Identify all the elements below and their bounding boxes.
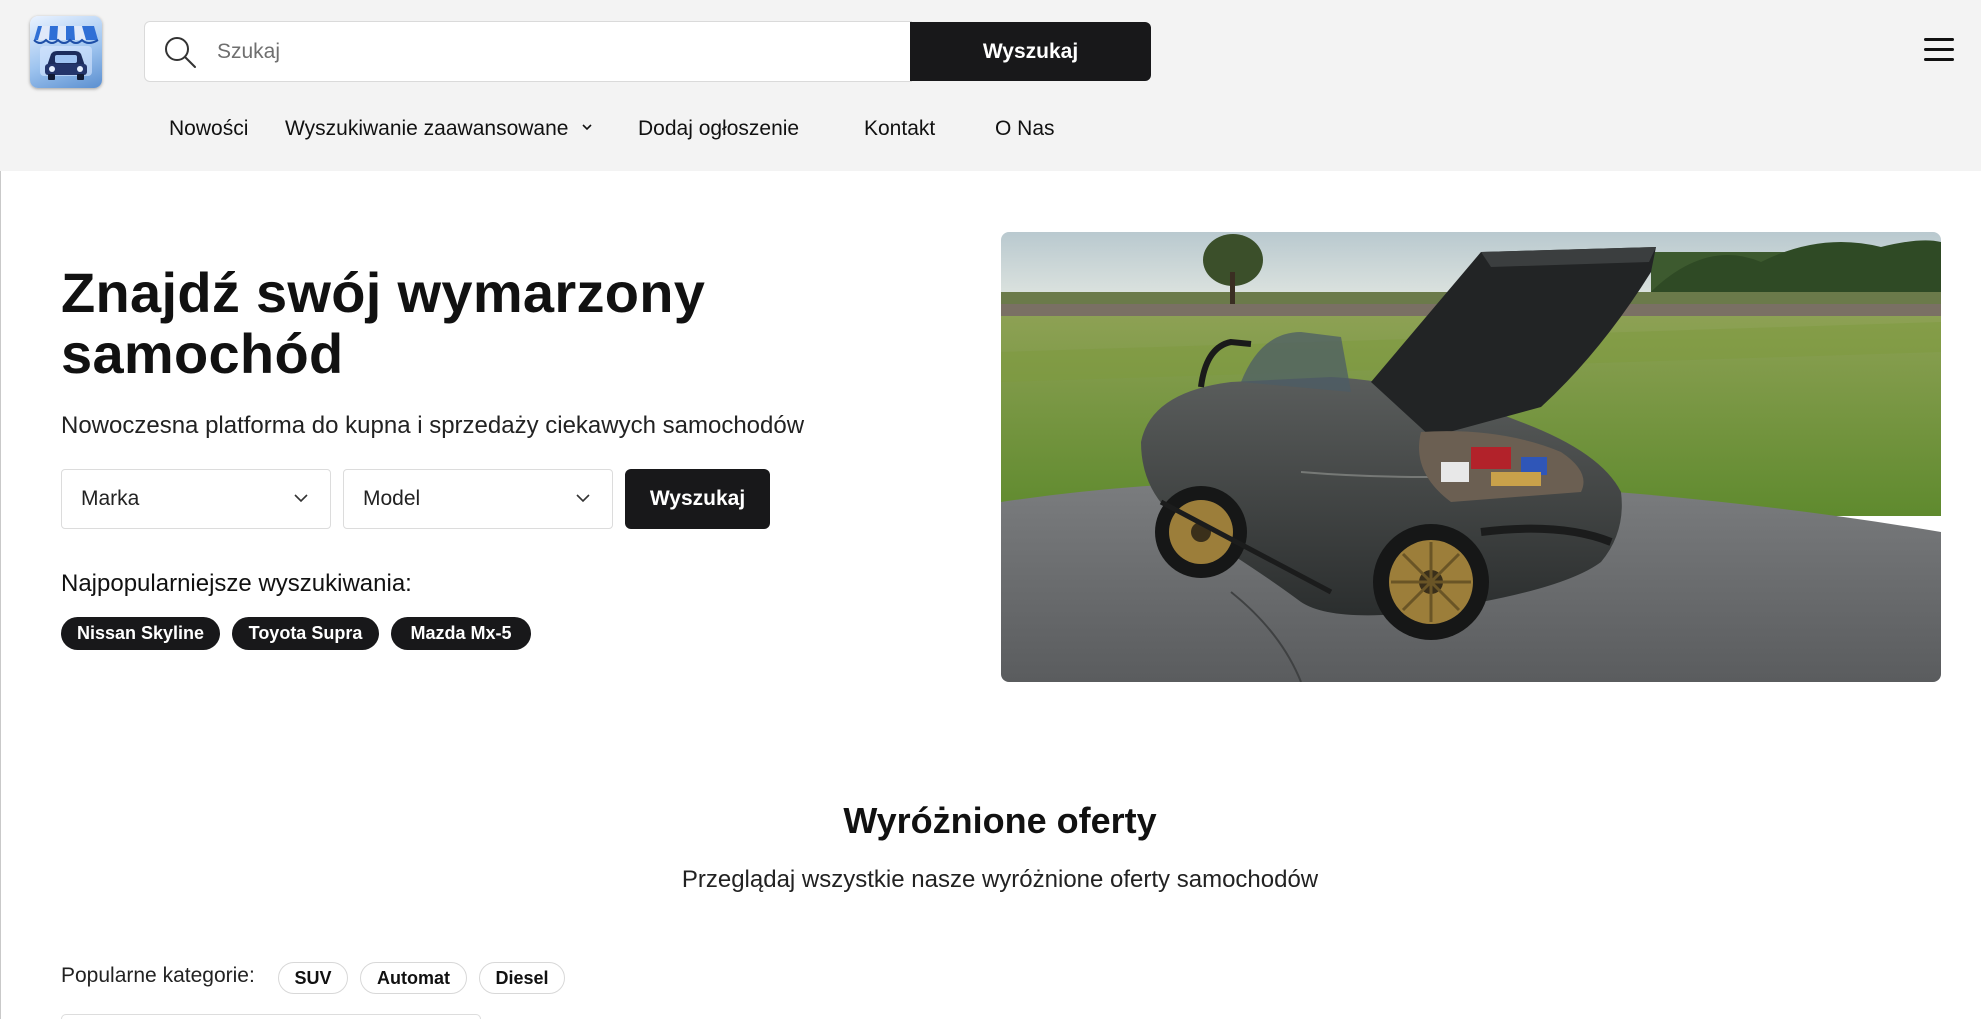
model-select-value: Model	[363, 487, 421, 510]
category-chip-automat[interactable]: Automat	[360, 962, 467, 994]
brand-select[interactable]: Marka	[61, 469, 331, 529]
popular-tag[interactable]: Toyota Supra	[232, 617, 379, 650]
nav-item-nowosci[interactable]: Nowości	[169, 117, 248, 141]
hero-subtitle: Nowoczesna platforma do kupna i sprzedaż…	[61, 412, 805, 439]
popular-searches-title: Najpopularniejsze wyszukiwania:	[61, 570, 412, 597]
hero-search-button[interactable]: Wyszukaj	[625, 469, 770, 529]
nav-item-label: Wyszukiwanie zaawansowane	[285, 117, 569, 140]
nav-item-contact[interactable]: Kontakt	[864, 117, 935, 141]
nav-item-advanced-search[interactable]: Wyszukiwanie zaawansowane	[285, 117, 592, 141]
site-header: Wyszukaj Nowości Wyszukiwanie zaawansowa…	[0, 0, 1981, 171]
hamburger-menu-icon[interactable]	[1924, 38, 1954, 64]
featured-title: Wyróżnione oferty	[843, 800, 1157, 841]
popular-tag[interactable]: Nissan Skyline	[61, 617, 220, 650]
hero-car-image	[1001, 232, 1941, 682]
search-box	[144, 21, 912, 82]
header-search-button[interactable]: Wyszukaj	[910, 22, 1151, 81]
model-select[interactable]: Model	[343, 469, 613, 529]
offer-card[interactable]	[61, 1014, 481, 1019]
search-input[interactable]	[217, 22, 897, 81]
car-shop-logo-icon[interactable]	[30, 16, 102, 88]
nav-item-add-listing[interactable]: Dodaj ogłoszenie	[638, 117, 799, 141]
brand-select-value: Marka	[81, 487, 140, 510]
popular-tag[interactable]: Mazda Mx-5	[391, 617, 531, 650]
category-chip-suv[interactable]: SUV	[278, 962, 348, 994]
nav-item-about[interactable]: O Nas	[995, 117, 1055, 141]
chevron-down-icon	[576, 494, 590, 503]
chevron-down-icon	[582, 124, 592, 131]
search-icon	[165, 37, 196, 68]
featured-subtitle: Przeglądaj wszystkie nasze wyróżnione of…	[681, 866, 1319, 893]
categories-label: Popularne kategorie:	[61, 964, 255, 987]
hero-title: Znajdź swój wymarzony samochód	[61, 261, 706, 385]
category-chip-diesel[interactable]: Diesel	[479, 962, 565, 994]
chevron-down-icon	[294, 494, 308, 503]
